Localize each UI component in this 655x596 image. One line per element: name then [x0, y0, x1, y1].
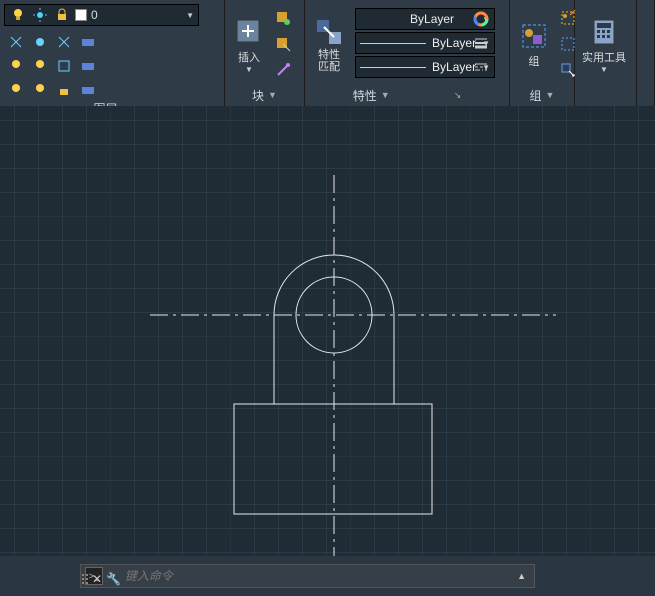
- block-create-icon[interactable]: [271, 6, 295, 30]
- panel-groups-text: 组: [530, 87, 542, 104]
- panel-blocks-text: 块: [252, 87, 264, 104]
- layer-name: 0: [91, 8, 98, 22]
- insert-button[interactable]: 插入 ▼: [229, 12, 269, 77]
- linetype-sample: [360, 67, 426, 68]
- linetype-combo[interactable]: ByLayer ▼: [355, 56, 495, 78]
- commandline-grip[interactable]: ✕ 🔧: [82, 572, 121, 586]
- chevron-down-icon: ▼: [245, 65, 253, 74]
- block-edit-icon[interactable]: [271, 32, 295, 56]
- customize-icon[interactable]: 🔧: [106, 572, 121, 586]
- panel-label-utilities: [579, 86, 632, 104]
- drawing-svg: [0, 106, 655, 556]
- color-value: ByLayer: [410, 12, 454, 26]
- calculator-icon: [587, 15, 621, 49]
- panel-properties: 特性 匹配 ByLayer ▼ ByLayer ▼: [305, 0, 510, 106]
- match-properties-label: 特性 匹配: [318, 49, 340, 73]
- layer-on-icon[interactable]: [28, 54, 52, 78]
- command-line: >_ ▼ ▲: [80, 564, 535, 588]
- layer-combo[interactable]: 0 ▼: [4, 4, 199, 26]
- linetype-value: ByLayer: [432, 60, 476, 74]
- panel-utilities: 实用工具 ▼: [575, 0, 637, 106]
- layer-freeze-icon[interactable]: [4, 30, 28, 54]
- layer-make-current-icon[interactable]: [76, 30, 100, 54]
- block-attr-icon[interactable]: [271, 58, 295, 82]
- bulb-icon: [9, 6, 27, 24]
- panel-label-blocks[interactable]: 块 ▼: [229, 86, 300, 104]
- layer-isolate-icon[interactable]: [52, 54, 76, 78]
- sun-icon: [31, 6, 49, 24]
- color-combo[interactable]: ByLayer ▼: [355, 8, 495, 30]
- dialog-launcher-icon[interactable]: ↘: [454, 90, 462, 101]
- lineweight-icon: [472, 34, 490, 52]
- close-icon[interactable]: ✕: [92, 572, 102, 586]
- utilities-button[interactable]: 实用工具 ▼: [579, 12, 629, 77]
- panel-groups: 组 组 ▼: [510, 0, 575, 106]
- chevron-down-icon: ▼: [381, 90, 390, 100]
- layer-tool-c-icon[interactable]: [52, 78, 76, 102]
- panel-layers: 0 ▼ 图层 ▼: [0, 0, 225, 106]
- group-label: 组: [529, 53, 540, 69]
- chevron-down-icon: ▼: [600, 65, 608, 74]
- linetype-icon: [472, 58, 490, 76]
- match-properties-button[interactable]: 特性 匹配: [309, 12, 349, 76]
- layer-color-swatch: [75, 9, 87, 21]
- layer-tool-a-icon[interactable]: [4, 78, 28, 102]
- drawing-canvas[interactable]: [0, 106, 655, 556]
- layer-tools-grid: [4, 30, 98, 100]
- command-input[interactable]: [123, 568, 507, 584]
- panel-blocks: 插入 ▼ 块 ▼: [225, 0, 305, 106]
- insert-label: 插入: [238, 49, 260, 65]
- layer-lock-icon[interactable]: [52, 30, 76, 54]
- panel-clip-right: [637, 0, 655, 106]
- color-wheel-icon: [472, 10, 490, 28]
- group-icon: [517, 19, 551, 53]
- layer-off-icon[interactable]: [4, 54, 28, 78]
- chevron-down-icon: ▼: [268, 90, 277, 100]
- lock-icon: [53, 6, 71, 24]
- panel-label-properties[interactable]: 特性 ▼ ↘: [309, 86, 505, 104]
- panel-label-groups[interactable]: 组 ▼: [514, 86, 570, 104]
- layer-tool-d-icon[interactable]: [76, 78, 100, 102]
- utilities-label: 实用工具: [582, 49, 626, 65]
- layer-tool-b-icon[interactable]: [28, 78, 52, 102]
- chevron-down-icon: ▼: [546, 90, 555, 100]
- history-up-icon[interactable]: ▲: [513, 571, 530, 581]
- ribbon: 0 ▼ 图层 ▼: [0, 0, 655, 107]
- panel-properties-text: 特性: [353, 87, 377, 104]
- chevron-down-icon: ▼: [186, 11, 194, 20]
- lineweight-value: ByLayer: [432, 36, 476, 50]
- layer-thaw-icon[interactable]: [28, 30, 52, 54]
- lineweight-combo[interactable]: ByLayer ▼: [355, 32, 495, 54]
- insert-block-icon: [232, 15, 266, 49]
- shape-rect: [234, 404, 432, 514]
- match-properties-icon: [312, 15, 346, 49]
- group-button[interactable]: 组: [514, 16, 554, 72]
- layer-walk-icon[interactable]: [76, 54, 100, 78]
- lineweight-sample: [360, 43, 426, 44]
